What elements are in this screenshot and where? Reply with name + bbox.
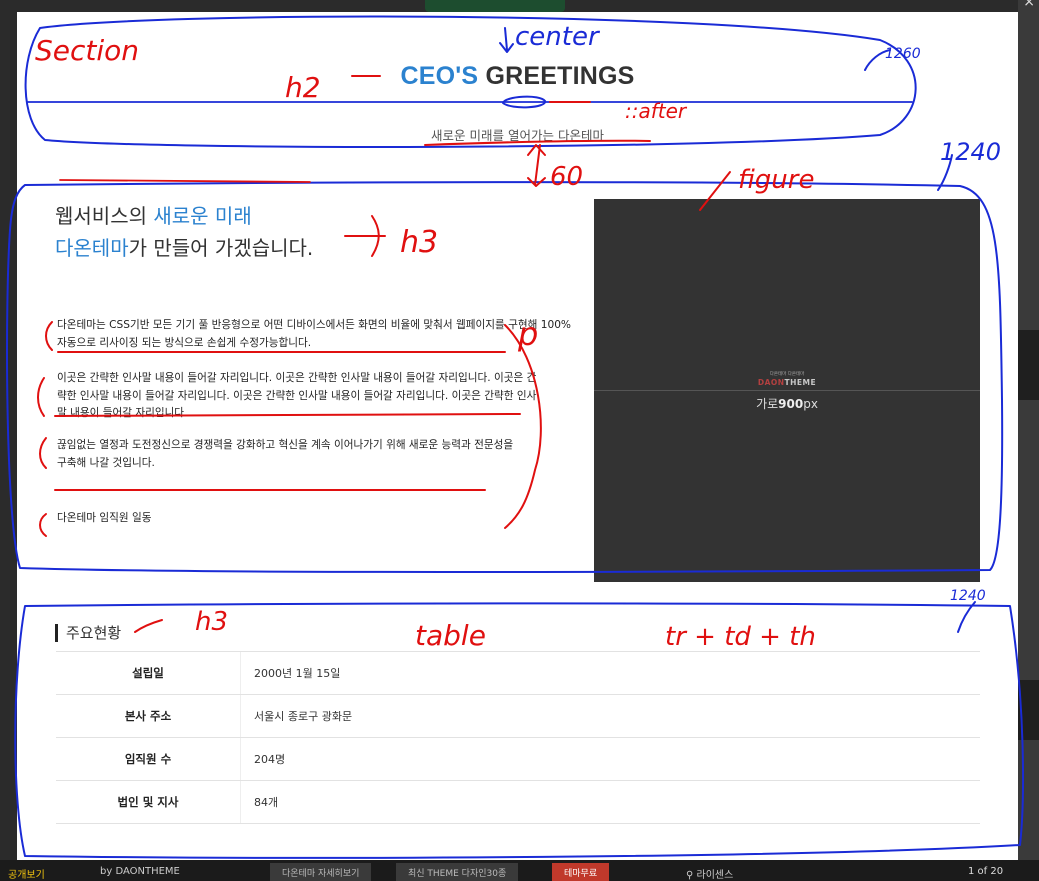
table-cell: 204명: [254, 753, 286, 766]
greeting-heading: 웹서비스의 새로운 미래 다온테마가 만들어 가겠습니다.: [55, 204, 314, 260]
status-table: 설립일 2000년 1월 15일 본사 주소 서울시 종로구 광화문 임직원 수…: [56, 651, 980, 824]
greeting-paragraph: 이곳은 간략한 인사말 내용이 들어갈 자리입니다. 이곳은 간략한 인사말 내…: [57, 372, 537, 419]
license-link[interactable]: ⚲ 라이센스: [686, 866, 733, 881]
table-header-cell: 설립일: [56, 652, 241, 694]
table-cell: 2000년 1월 15일: [254, 667, 341, 680]
table-row: 설립일 2000년 1월 15일: [56, 652, 980, 695]
latest-theme-button[interactable]: 최신 THEME 다자인30종: [396, 863, 519, 881]
table-row: 본사 주소 서울시 종로구 광화문: [56, 695, 980, 738]
table-cell: 84개: [254, 796, 279, 809]
section-subtitle: 새로운 미래를 열어가는 다온테마: [431, 128, 604, 143]
table-row: 임직원 수 204명: [56, 738, 980, 781]
greeting-signature: 다온테마 임직원 일동: [57, 512, 152, 524]
table-header-cell: 본사 주소: [56, 695, 241, 737]
background-logo: [425, 0, 565, 12]
figure-image-placeholder: 다온테마 다온테마 DAONTHEME 가로900px: [594, 199, 980, 582]
figure-caption: 가로900px: [756, 397, 818, 411]
lightbox-image: CEO'S GREETINGS 새로운 미래를 열어가는 다온테마 웹서비스의 …: [17, 12, 1018, 860]
greeting-paragraph: 끊임없는 열정과 도전정신으로 경쟁력을 강화하고 혁신을 계속 이어나가기 위…: [57, 439, 514, 469]
table-row: 법인 및 지사 84개: [56, 781, 980, 823]
table-header-cell: 임직원 수: [56, 738, 241, 780]
free-theme-button[interactable]: 테마무료: [552, 863, 610, 881]
public-view-link[interactable]: 공개보기: [8, 866, 45, 881]
section-title: CEO'S GREETINGS: [400, 62, 635, 90]
license-label: 라이센스: [696, 870, 734, 881]
theme-detail-button[interactable]: 다온테마 자세히보기: [270, 863, 372, 881]
table-header-cell: 법인 및 지사: [56, 781, 241, 823]
figure-logo: 다온테마 다온테마 DAONTHEME: [757, 372, 817, 387]
pager-count: 1 of 20: [968, 866, 1004, 877]
search-icon: ⚲: [686, 870, 694, 881]
author-label: by DAONTHEME: [100, 866, 180, 877]
lightbox-bottom-bar: 공개보기 by DAONTHEME 다온테마 자세히보기 최신 THEME 다자…: [0, 860, 1039, 881]
background-sidebar: [1018, 0, 1039, 860]
figure-divider: [594, 390, 980, 391]
table-cell: 서울시 종로구 광화문: [254, 710, 353, 723]
greeting-paragraph: 다온테마는 CSS기반 모든 기기 풀 반응형으로 어떤 디바이스에서든 화면의…: [57, 319, 571, 349]
close-icon[interactable]: ×: [1023, 0, 1035, 10]
status-heading: 주요현황: [55, 624, 121, 642]
